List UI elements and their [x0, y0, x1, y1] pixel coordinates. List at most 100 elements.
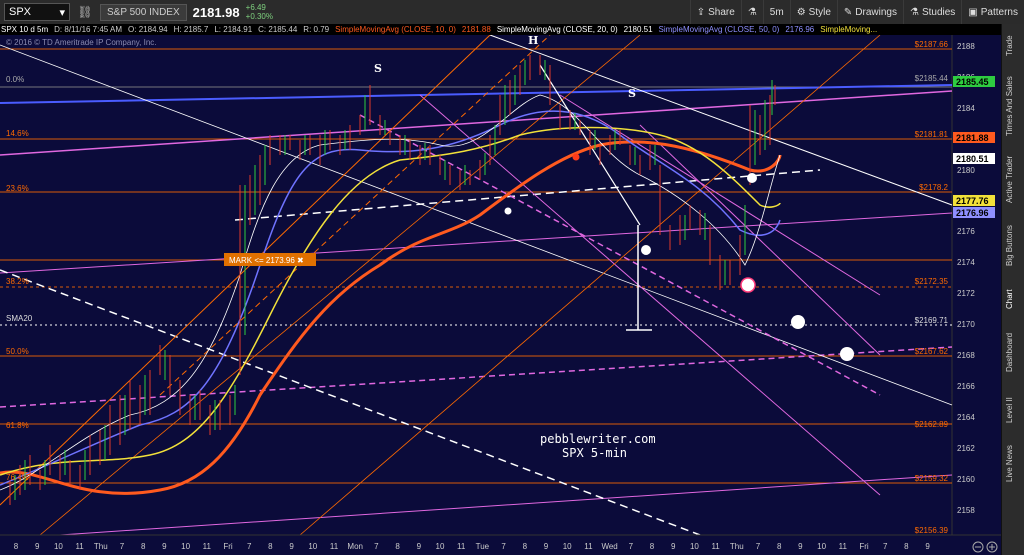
time-tick: 8: [777, 542, 782, 551]
time-tick: 11: [839, 542, 848, 551]
price-tick: 2162: [957, 444, 975, 453]
price-tick: 2160: [957, 475, 975, 484]
time-tick: 10: [308, 542, 317, 551]
sma50-label[interactable]: SimpleMovingAvg (CLOSE, 50, 0): [658, 25, 781, 34]
tab-times-and-sales[interactable]: Times And Sales: [1005, 70, 1021, 142]
studies-icon: ⚗: [909, 6, 919, 18]
time-tick: 7: [501, 542, 506, 551]
change-percent: +0.30%: [245, 12, 273, 21]
flask-icon: ⚗: [747, 6, 757, 18]
price-chart[interactable]: S H S © 2016 © TD Ameritrade IP Company,…: [0, 35, 1002, 555]
price-tick: 2164: [957, 413, 975, 422]
time-tick: 9: [162, 542, 167, 551]
time-tick: 7: [120, 542, 125, 551]
pattern-left-shoulder: S: [374, 62, 382, 75]
time-tick: 7: [629, 542, 634, 551]
pencil-icon: ✎: [843, 6, 853, 18]
price-tick: 2176: [957, 227, 975, 236]
fib-label-38: 38.2%: [6, 277, 29, 286]
time-tick: Thu: [94, 542, 108, 551]
time-tick: 9: [671, 542, 676, 551]
tab-chart[interactable]: Chart: [1005, 282, 1021, 316]
index-name-badge: S&P 500 INDEX: [100, 3, 187, 21]
interval-button[interactable]: 5m: [762, 0, 790, 24]
time-tick: 10: [690, 542, 699, 551]
sma10-price-tag-text: 2181.88: [956, 133, 989, 143]
time-tick: 8: [904, 542, 909, 551]
price-tick: 2184: [957, 104, 975, 113]
fib-label-76: 76.4%: [6, 473, 29, 482]
price-change: +6.49 +0.30%: [246, 3, 273, 21]
symbol-text: SPX: [9, 6, 32, 18]
sma-extra-label[interactable]: SimpleMoving...: [819, 25, 878, 34]
time-tick: Fri: [859, 542, 869, 551]
fib-value-8: $2162.89: [915, 420, 949, 429]
tab-live-news[interactable]: Live News: [1005, 438, 1021, 490]
style-icon: ⚙: [796, 6, 806, 18]
right-sidebar: Trade Times And Sales Active Trader Big …: [1001, 24, 1024, 555]
price-tick: 2168: [957, 351, 975, 360]
tab-level-ii[interactable]: Level II: [1005, 388, 1021, 432]
link-icon[interactable]: ⛓: [76, 5, 94, 19]
time-tick: 7: [883, 542, 888, 551]
time-tick: 10: [817, 542, 826, 551]
tab-trade[interactable]: Trade: [1005, 28, 1021, 64]
price-tick: 2172: [957, 289, 975, 298]
tab-active-trader[interactable]: Active Trader: [1005, 148, 1021, 210]
watermark-subtitle: SPX 5-min: [562, 446, 627, 460]
price-tick: 2170: [957, 320, 975, 329]
studies-button[interactable]: ⚗ Studies: [902, 0, 961, 24]
time-tick: 10: [436, 542, 445, 551]
chart-toolbar: SPX ▾ ⛓ S&P 500 INDEX 2181.98 +6.49 +0.3…: [0, 0, 1024, 25]
time-tick: 11: [711, 542, 720, 551]
patterns-icon: ▣: [968, 6, 978, 18]
time-tick: 9: [798, 542, 803, 551]
price-tick: 2174: [957, 258, 975, 267]
sma20-label[interactable]: SimpleMovingAvg (CLOSE, 20, 0): [496, 25, 619, 34]
time-tick: 8: [395, 542, 400, 551]
tab-big-buttons[interactable]: Big Buttons: [1005, 216, 1021, 276]
share-button[interactable]: ⇪ Share: [689, 0, 741, 24]
style-button[interactable]: ⚙ Style: [789, 0, 837, 24]
price-tick: 2180: [957, 166, 975, 175]
price-tick: 2158: [957, 506, 975, 515]
sma50-value: 2176.96: [785, 25, 815, 34]
bar-open: O: 2184.94: [128, 25, 168, 34]
bar-high: H: 2185.7: [173, 25, 209, 34]
fib-value-6: $2169.71: [915, 316, 949, 325]
bar-range: R: 0.79: [303, 25, 330, 34]
fib-value-7: $2167.62: [915, 347, 949, 356]
fib-value-2: $2185.44: [915, 74, 949, 83]
last-price-tag-text: 2185.45: [956, 77, 989, 87]
time-tick: Fri: [223, 542, 233, 551]
studies-flask-button[interactable]: ⚗: [740, 0, 763, 24]
time-tick: 8: [268, 542, 273, 551]
chart-infobar: SPX 10 d 5m D: 8/11/16 7:45 AM O: 2184.9…: [0, 24, 1008, 35]
price-tick: 2166: [957, 382, 975, 391]
mark-alert-text: MARK <= 2173.96 ✖: [229, 256, 304, 265]
time-tick: Mon: [347, 542, 363, 551]
fib-value-10: $2156.39: [915, 526, 949, 535]
bar-datetime: D: 8/11/16 7:45 AM: [54, 25, 123, 34]
pattern-right-shoulder: S: [628, 87, 636, 100]
bar-low: L: 2184.91: [214, 25, 253, 34]
time-tick: 8: [523, 542, 528, 551]
sma20-tag: SMA20: [6, 314, 33, 323]
time-tick: 9: [925, 542, 930, 551]
time-tick: 9: [417, 542, 422, 551]
symbol-selector[interactable]: SPX ▾: [4, 3, 70, 21]
time-tick: 11: [584, 542, 593, 551]
bar-close: C: 2185.44: [258, 25, 298, 34]
price-tick: 2188: [957, 42, 975, 51]
drawings-button[interactable]: ✎ Drawings: [836, 0, 903, 24]
time-tick: 8: [14, 542, 19, 551]
fib-label-61: 61.8%: [6, 421, 29, 430]
tab-dashboard[interactable]: Dashboard: [1005, 322, 1021, 382]
time-tick: 11: [457, 542, 466, 551]
sma10-label[interactable]: SimpleMovingAvg (CLOSE, 10, 0): [334, 25, 457, 34]
period-label: SPX 10 d 5m: [1, 25, 49, 34]
time-tick: 10: [181, 542, 190, 551]
time-tick: Thu: [730, 542, 744, 551]
patterns-button[interactable]: ▣ Patterns: [961, 0, 1024, 24]
fib-value-1: $2187.66: [915, 40, 949, 49]
